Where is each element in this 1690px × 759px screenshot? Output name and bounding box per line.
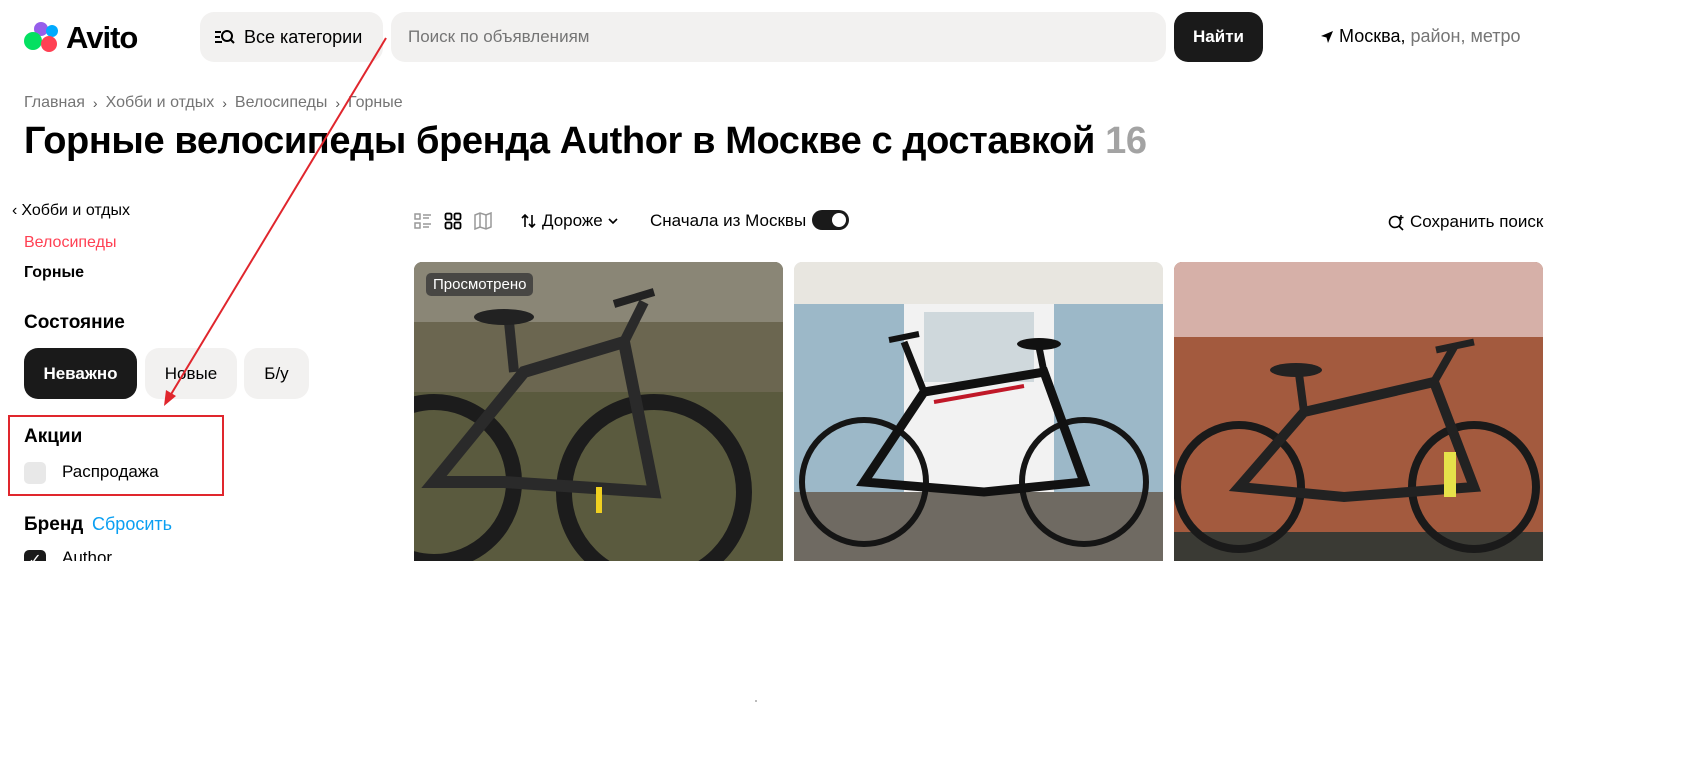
breadcrumb-hobby[interactable]: Хобби и отдых: [106, 94, 215, 112]
list-view-icon[interactable]: [414, 212, 432, 230]
logo-text: Avito: [66, 20, 138, 55]
sidebar-back-label: Хобби и отдых: [21, 202, 130, 219]
sale-checkbox[interactable]: [24, 462, 46, 484]
checkmark-icon: ✓: [28, 552, 42, 561]
location-hint: район, метро: [1410, 26, 1521, 46]
divider-dot: [755, 700, 757, 702]
moscow-first-label: Сначала из Москвы: [650, 211, 807, 230]
chevron-down-icon: [608, 218, 618, 225]
map-view-icon[interactable]: [474, 212, 492, 230]
bicycle-photo: [414, 262, 783, 561]
brand-list: ✓ Author: [0, 540, 380, 561]
sale-label[interactable]: Распродажа: [62, 462, 159, 482]
condition-used-button[interactable]: Б/у: [244, 348, 309, 399]
category-search-icon: [215, 30, 235, 44]
save-search-label: Сохранить поиск: [1410, 212, 1544, 231]
all-categories-label: Все категории: [244, 26, 363, 47]
viewed-badge: Просмотрено: [426, 273, 534, 296]
condition-any-button[interactable]: Неважно: [24, 348, 137, 399]
logo-dots-icon: [24, 22, 60, 54]
page-title: Горные велосипеды бренда Author в Москве…: [24, 120, 1147, 163]
breadcrumb-bicycles[interactable]: Велосипеды: [235, 94, 327, 112]
sort-label: Дороже: [542, 211, 603, 230]
author-label[interactable]: Author: [62, 548, 112, 561]
brand-reset-link[interactable]: Сбросить: [92, 514, 172, 535]
chevron-right-icon: ›: [92, 95, 98, 111]
chevron-left-icon: ‹: [12, 202, 18, 219]
sidebar-back-link[interactable]: ‹ Хобби и отдых: [12, 202, 130, 220]
location-selector[interactable]: Москва, район, метро: [1320, 26, 1521, 47]
grid-view-icon[interactable]: [444, 212, 462, 230]
search-placeholder: Поиск по объявлениям: [408, 27, 590, 46]
breadcrumb-home[interactable]: Главная: [24, 94, 85, 112]
all-categories-button[interactable]: Все категории: [200, 12, 383, 62]
brand-heading: Бренд: [24, 514, 84, 535]
moscow-first-toggle[interactable]: [812, 210, 849, 230]
bicycle-photo: [794, 262, 1163, 561]
promotions-heading: Акции: [24, 426, 83, 447]
results-count: 16: [1105, 120, 1147, 162]
save-search-button[interactable]: Сохранить поиск: [1388, 212, 1543, 232]
view-switcher: [414, 212, 492, 230]
chevron-right-icon: ›: [335, 95, 341, 111]
sort-dropdown[interactable]: Дороже: [521, 211, 618, 231]
author-checkbox[interactable]: ✓: [24, 550, 46, 561]
listing-card-image[interactable]: [794, 262, 1163, 561]
location-city: Москва,: [1339, 26, 1406, 46]
listing-card-image[interactable]: Просмотрено: [414, 262, 783, 561]
breadcrumb-mountain[interactable]: Горные: [348, 94, 403, 112]
sort-icon: [521, 213, 536, 229]
listing-card-image[interactable]: [1174, 262, 1543, 561]
breadcrumb: Главная › Хобби и отдых › Велосипеды › Г…: [24, 94, 403, 112]
navigation-arrow-icon: [1321, 30, 1333, 43]
sidebar-item-mountain: Горные: [24, 264, 85, 281]
page-title-text: Горные велосипеды бренда Author в Москве…: [24, 120, 1095, 162]
condition-new-button[interactable]: Новые: [145, 348, 237, 399]
save-search-icon: [1388, 214, 1404, 231]
chevron-right-icon: ›: [222, 95, 227, 111]
find-button[interactable]: Найти: [1174, 12, 1263, 62]
condition-heading: Состояние: [24, 312, 125, 333]
avito-logo[interactable]: Avito: [24, 20, 138, 56]
search-input[interactable]: Поиск по объявлениям: [391, 12, 1166, 62]
sidebar-item-bicycles[interactable]: Велосипеды: [24, 234, 116, 252]
bicycle-photo: [1174, 262, 1543, 561]
